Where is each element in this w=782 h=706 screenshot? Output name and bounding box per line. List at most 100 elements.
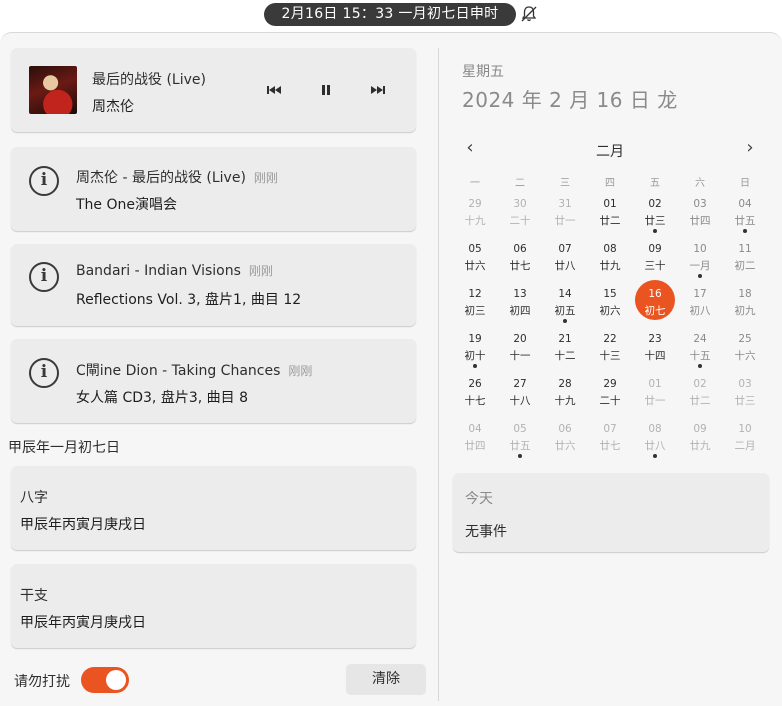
weekday-header-cell: 四: [605, 178, 615, 189]
lunar-day: 初二: [734, 260, 756, 272]
next-icon[interactable]: [368, 82, 388, 98]
calendar-day[interactable]: 13 初四: [500, 280, 540, 320]
calendar-day[interactable]: 04 廿五: [725, 190, 765, 233]
notification-card[interactable]: i 周杰伦 - 最后的战役 (Live) 刚刚 The One演唱会: [11, 147, 416, 231]
calendar-day[interactable]: 23 十四: [635, 325, 675, 365]
notification-card[interactable]: i Bandari - Indian Visions 刚刚 Reflections…: [11, 244, 416, 326]
clock-button[interactable]: 2月16日 15：33 一月初七日申时: [264, 3, 516, 26]
calendar-day[interactable]: 07 廿七: [590, 415, 630, 455]
calendar-day[interactable]: 27 十八: [500, 370, 540, 410]
event-dot: [743, 229, 747, 233]
panel-divider: [438, 48, 439, 701]
calendar-day[interactable]: 31 廿一: [545, 190, 585, 230]
calendar-day[interactable]: 08 廿九: [590, 235, 630, 275]
day-number: 08: [603, 243, 617, 255]
calendar-day[interactable]: 17 初八: [680, 280, 720, 320]
day-number: 11: [738, 243, 752, 255]
calendar-day[interactable]: 24 十五: [680, 325, 720, 368]
calendar-day[interactable]: 21 十二: [545, 325, 585, 365]
calendar-day[interactable]: 11 初二: [725, 235, 765, 275]
calendar-day[interactable]: 25 十六: [725, 325, 765, 365]
lunar-day: 廿九: [689, 440, 711, 452]
lunar-ganzhi-card[interactable]: 干支 甲辰年丙寅月庚戌日: [11, 564, 416, 648]
calendar-day[interactable]: 07 廿八: [545, 235, 585, 275]
top-bar: 2月16日 15：33 一月初七日申时: [0, 0, 782, 32]
dnd-label: 请勿打扰: [14, 674, 70, 690]
lunar-day: 廿四: [689, 215, 711, 227]
calendar-day[interactable]: 01 廿一: [635, 370, 675, 410]
lunar-day: 廿三: [734, 395, 756, 407]
day-number: 10: [693, 243, 707, 255]
day-number: 09: [648, 243, 662, 255]
calendar-day[interactable]: 03 廿三: [725, 370, 765, 410]
notification-card[interactable]: i C閘ine Dion - Taking Chances 刚刚 女人篇 CD3,…: [11, 339, 416, 423]
calendar-day[interactable]: 29 十九: [455, 190, 495, 230]
lunar-day: 廿七: [599, 440, 621, 452]
calendar-day[interactable]: 09 廿九: [680, 415, 720, 455]
lunar-day: 廿六: [554, 440, 576, 452]
calendar-day[interactable]: 02 廿三: [635, 190, 675, 233]
lunar-day: 廿五: [509, 440, 531, 452]
lunar-day: 十一: [509, 350, 531, 362]
clear-button[interactable]: 清除: [346, 664, 426, 695]
dnd-toggle[interactable]: [81, 667, 129, 693]
day-number: 06: [558, 423, 572, 435]
day-number: 26: [468, 378, 482, 390]
calendar-day[interactable]: 29 二十: [590, 370, 630, 410]
notification-title: 周杰伦 - 最后的战役 (Live): [76, 170, 246, 186]
lunar-day: 十二: [554, 350, 576, 362]
calendar-day[interactable]: 22 十三: [590, 325, 630, 365]
calendar-day[interactable]: 03 廿四: [680, 190, 720, 230]
calendar-day[interactable]: 10 二月: [725, 415, 765, 455]
pause-icon[interactable]: [316, 82, 336, 98]
lunar-day: 廿五: [734, 215, 756, 227]
lunar-day: 初九: [734, 305, 756, 317]
calendar-day[interactable]: 15 初六: [590, 280, 630, 320]
lunar-bazi-card[interactable]: 八字 甲辰年丙寅月庚戌日: [11, 466, 416, 550]
events-card[interactable]: 今天 无事件: [453, 473, 769, 552]
notification-body: 女人篇 CD3, 盘片3, 曲目 8: [76, 390, 248, 406]
calendar-day[interactable]: 18 初九: [725, 280, 765, 320]
day-number: 02: [693, 378, 707, 390]
calendar-day[interactable]: 02 廿二: [680, 370, 720, 410]
lunar-card-title: 干支: [20, 588, 48, 604]
calendar-day[interactable]: 01 廿二: [590, 190, 630, 230]
day-number: 03: [738, 378, 752, 390]
chevron-left-icon[interactable]: ‹: [462, 138, 478, 158]
calendar-day[interactable]: 20 十一: [500, 325, 540, 365]
lunar-day: 十七: [464, 395, 486, 407]
chevron-right-icon[interactable]: ›: [742, 138, 758, 158]
info-icon: i: [29, 262, 59, 292]
calendar-day[interactable]: 06 廿六: [545, 415, 585, 455]
calendar-day[interactable]: 10 一月: [680, 235, 720, 278]
calendar-day[interactable]: 30 二十: [500, 190, 540, 230]
lunar-day: 廿八: [644, 440, 666, 452]
day-number: 08: [648, 423, 662, 435]
day-number: 16: [648, 288, 662, 300]
calendar-day[interactable]: 19 初十: [455, 325, 495, 368]
bell-muted-icon[interactable]: [520, 5, 538, 23]
previous-icon[interactable]: [264, 82, 284, 98]
calendar-day[interactable]: 26 十七: [455, 370, 495, 410]
lunar-card-body: 甲辰年丙寅月庚戌日: [20, 517, 146, 533]
calendar-day[interactable]: 05 廿六: [455, 235, 495, 275]
lunar-day: 初六: [599, 305, 621, 317]
notification-body: The One演唱会: [76, 197, 177, 213]
lunar-day: 廿九: [599, 260, 621, 272]
full-date-label[interactable]: 2024 年 2 月 16 日 龙: [462, 84, 678, 113]
lunar-section-title: 甲辰年一月初七日: [8, 440, 120, 456]
calendar-day[interactable]: 12 初三: [455, 280, 495, 320]
day-number: 19: [468, 333, 482, 345]
calendar-day[interactable]: 06 廿七: [500, 235, 540, 275]
calendar-day[interactable]: 08 廿八: [635, 415, 675, 458]
calendar-day[interactable]: 14 初五: [545, 280, 585, 323]
day-number: 24: [693, 333, 707, 345]
calendar-day[interactable]: 09 三十: [635, 235, 675, 275]
day-number: 04: [468, 423, 482, 435]
calendar-day[interactable]: 28 十九: [545, 370, 585, 410]
day-number: 12: [468, 288, 482, 300]
calendar-day-today[interactable]: 16 初七: [635, 280, 675, 320]
calendar-day[interactable]: 04 廿四: [455, 415, 495, 455]
media-player-card[interactable]: 最后的战役 (Live) 周杰伦: [11, 48, 416, 132]
calendar-day[interactable]: 05 廿五: [500, 415, 540, 458]
